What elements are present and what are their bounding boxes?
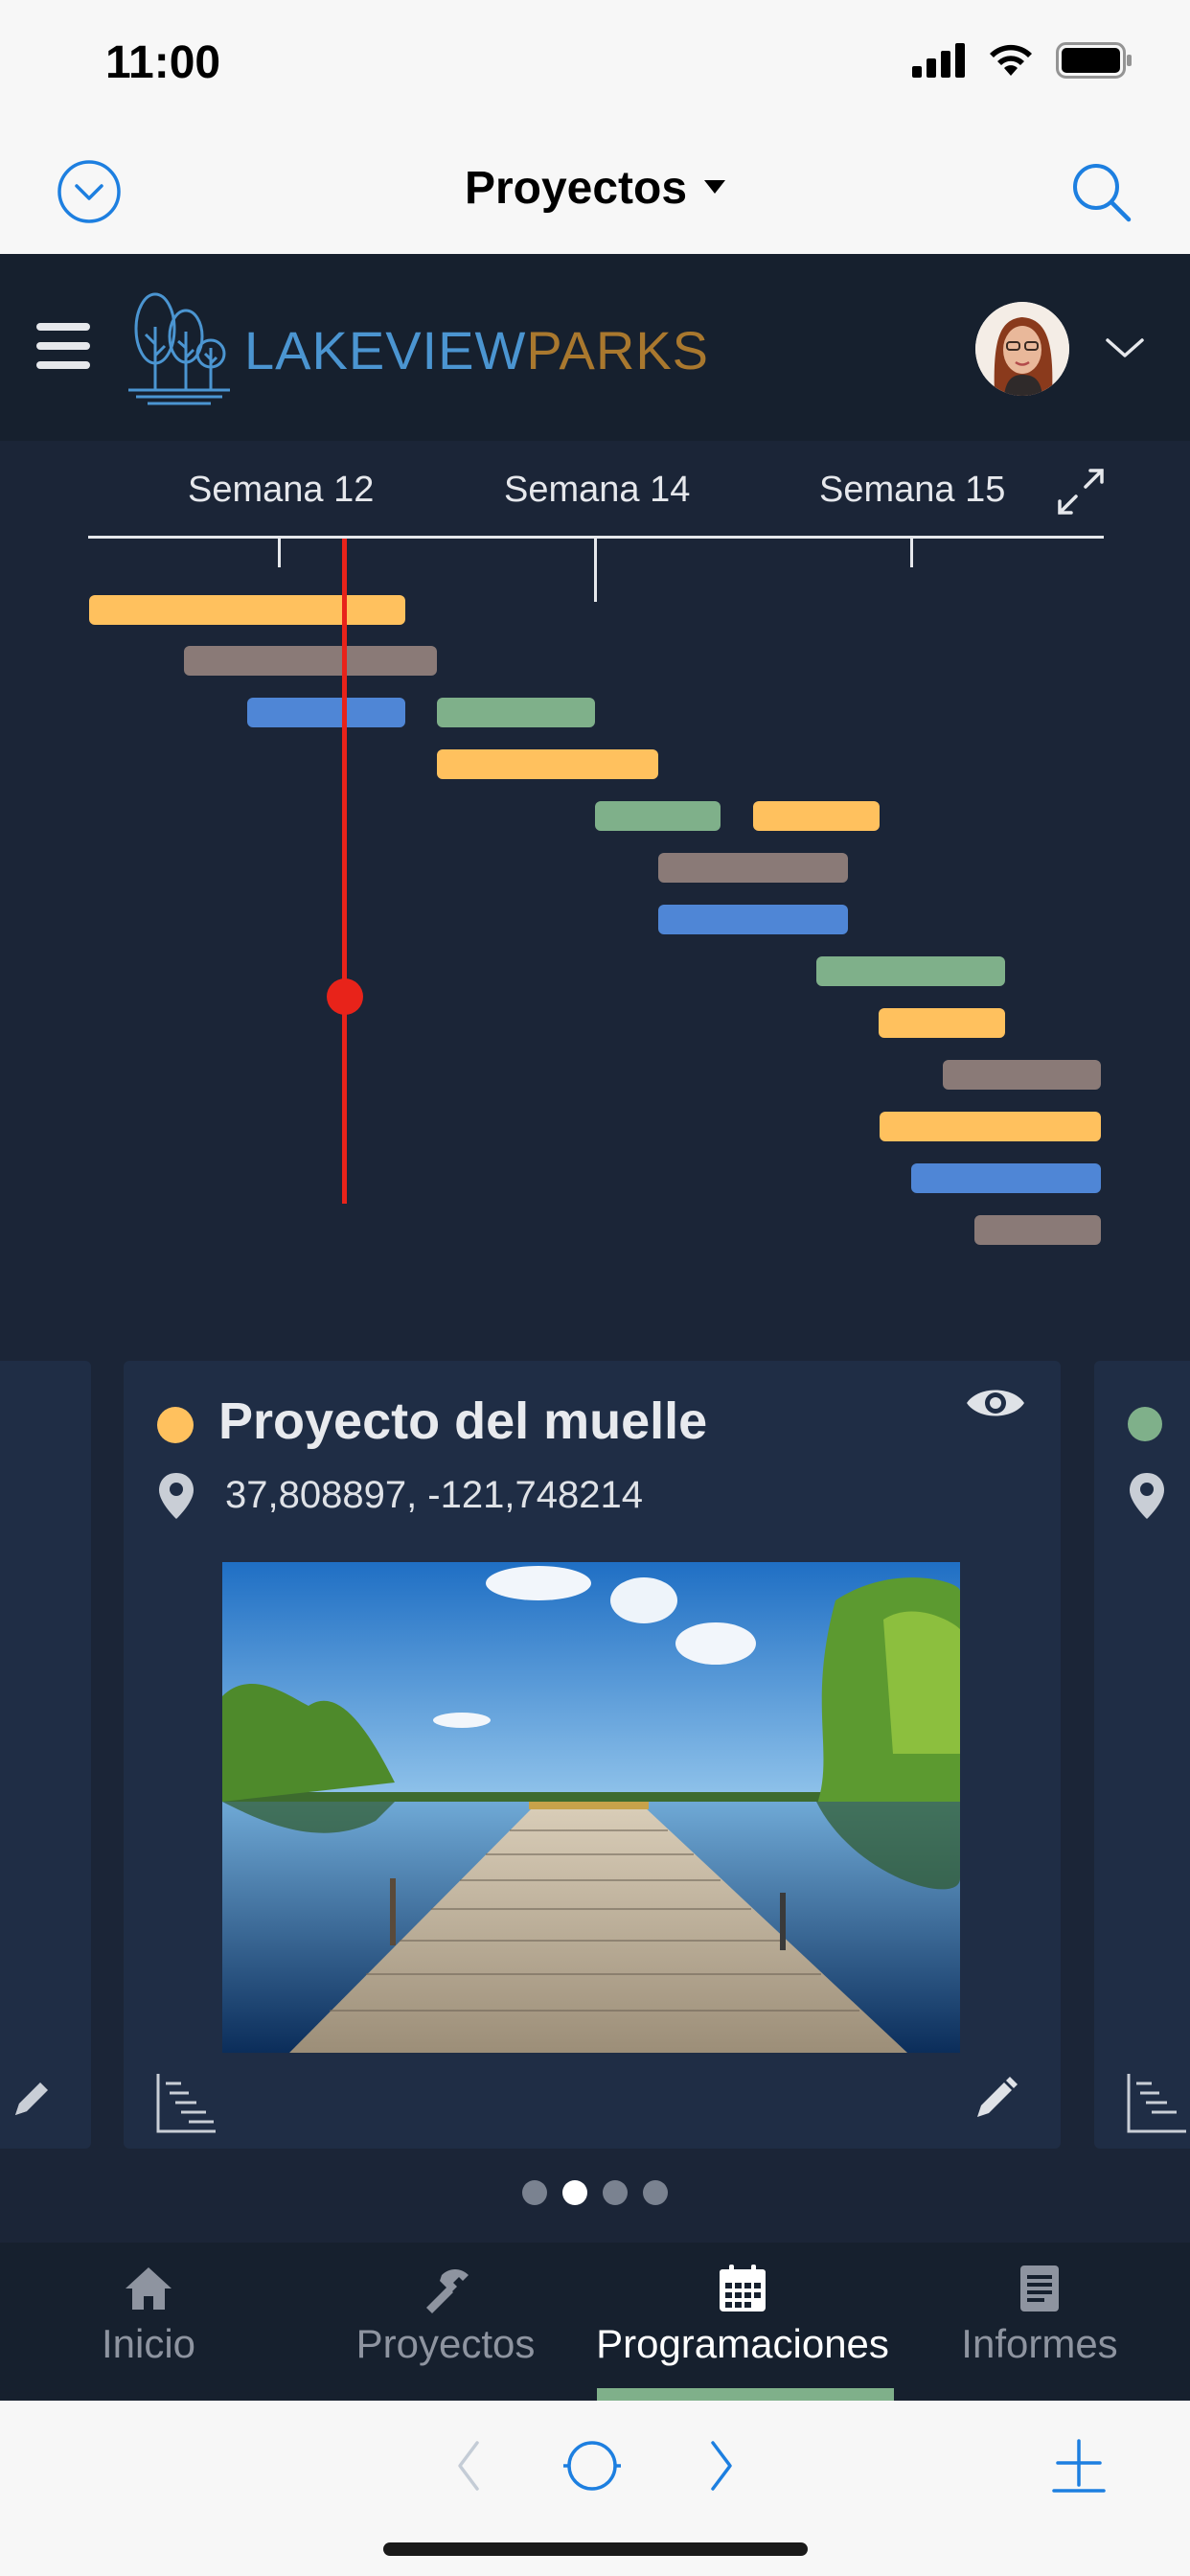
today-marker-handle[interactable] bbox=[327, 978, 363, 1015]
status-dot bbox=[1128, 1407, 1162, 1441]
expand-icon[interactable] bbox=[1054, 465, 1108, 518]
home-icon bbox=[126, 2267, 172, 2310]
gantt-bar[interactable] bbox=[437, 698, 595, 727]
project-card-next[interactable] bbox=[1094, 1361, 1190, 2149]
battery-icon bbox=[1056, 42, 1132, 79]
gantt-chart-icon[interactable] bbox=[152, 2070, 219, 2137]
project-coordinates: 37,808897, -121,748214 bbox=[225, 1474, 643, 1516]
wifi-icon bbox=[990, 44, 1032, 76]
gantt-bar[interactable] bbox=[89, 595, 405, 625]
page-dot[interactable] bbox=[603, 2180, 628, 2205]
avatar-portrait bbox=[975, 302, 1069, 396]
bottom-toolbar bbox=[0, 2401, 1190, 2576]
back-chevron-icon[interactable] bbox=[441, 2437, 498, 2495]
page-indicator[interactable] bbox=[0, 2180, 1190, 2205]
gantt-bar[interactable] bbox=[658, 905, 848, 934]
app-header: LAKEVIEWPARKS bbox=[0, 254, 1190, 441]
lakeview-logo-icon bbox=[128, 292, 230, 405]
gantt-bar[interactable] bbox=[753, 801, 880, 831]
week-label: Semana 14 bbox=[504, 470, 691, 510]
gantt-bar[interactable] bbox=[437, 749, 658, 779]
tab-informes[interactable]: Informes bbox=[891, 2242, 1188, 2401]
today-marker-line bbox=[342, 539, 347, 1204]
tab-programaciones[interactable]: Programaciones bbox=[594, 2242, 891, 2401]
add-icon[interactable] bbox=[1050, 2437, 1108, 2495]
chevron-down-icon[interactable] bbox=[1102, 331, 1148, 365]
gantt-bar[interactable] bbox=[658, 853, 848, 883]
hamburger-menu-icon[interactable] bbox=[36, 323, 90, 369]
week-label: Semana 12 bbox=[188, 470, 375, 510]
status-icons bbox=[912, 42, 1133, 79]
gantt-bar[interactable] bbox=[595, 801, 721, 831]
active-tab-indicator bbox=[597, 2388, 894, 2401]
location-pin-icon bbox=[1130, 1473, 1164, 1519]
nav-title-dropdown[interactable]: Proyectos bbox=[0, 162, 1190, 215]
calendar-icon bbox=[720, 2265, 766, 2312]
nav-bar: Proyectos bbox=[0, 129, 1190, 254]
bottom-tab-bar: Inicio Proyectos Programaciones Informes bbox=[0, 2242, 1190, 2401]
cellular-signal-icon bbox=[912, 43, 965, 78]
project-photo[interactable] bbox=[222, 1562, 960, 2053]
tab-label: Programaciones bbox=[596, 2321, 889, 2366]
status-bar: 11:00 bbox=[0, 0, 1190, 129]
tab-inicio[interactable]: Inicio bbox=[0, 2242, 297, 2401]
axis-tick bbox=[594, 538, 597, 602]
status-dot bbox=[157, 1407, 194, 1443]
home-indicator bbox=[383, 2542, 808, 2556]
hammer-icon bbox=[426, 2269, 469, 2313]
page-dot-active[interactable] bbox=[562, 2180, 587, 2205]
search-icon[interactable] bbox=[1067, 158, 1134, 225]
gantt-chart-icon[interactable] bbox=[1123, 2070, 1190, 2137]
forward-chevron-icon[interactable] bbox=[692, 2437, 749, 2495]
axis-tick bbox=[910, 538, 913, 567]
axis-tick bbox=[278, 538, 281, 567]
status-time: 11:00 bbox=[105, 37, 221, 88]
gantt-bar[interactable] bbox=[816, 956, 1005, 986]
pencil-icon[interactable] bbox=[8, 2075, 56, 2123]
report-icon bbox=[1020, 2266, 1059, 2312]
circle-icon[interactable] bbox=[563, 2437, 621, 2495]
gantt-bar[interactable] bbox=[911, 1163, 1101, 1193]
brand-logo-text: LAKEVIEWPARKS bbox=[244, 320, 710, 380]
gantt-bar[interactable] bbox=[184, 646, 437, 676]
user-avatar[interactable] bbox=[975, 302, 1069, 396]
gantt-chart: Semana 12 Semana 14 Semana 15 bbox=[0, 441, 1190, 1361]
gantt-bar[interactable] bbox=[943, 1060, 1101, 1090]
tab-label: Proyectos bbox=[355, 2321, 536, 2366]
tab-label: Informes bbox=[961, 2321, 1118, 2366]
page-dot[interactable] bbox=[643, 2180, 668, 2205]
gantt-bar[interactable] bbox=[247, 698, 405, 727]
gantt-bar[interactable] bbox=[974, 1215, 1101, 1245]
caret-down-icon bbox=[704, 180, 726, 195]
pencil-icon[interactable] bbox=[972, 2075, 1019, 2123]
location-pin-icon bbox=[159, 1473, 194, 1519]
project-card-previous[interactable] bbox=[0, 1361, 91, 2149]
page-dot[interactable] bbox=[522, 2180, 547, 2205]
eye-icon[interactable] bbox=[965, 1380, 1026, 1426]
project-title: Proyecto del muelle bbox=[218, 1392, 708, 1450]
project-card[interactable]: Proyecto del muelle 37,808897, -121,7482… bbox=[124, 1361, 1061, 2149]
project-carousel[interactable]: Proyecto del muelle 37,808897, -121,7482… bbox=[0, 1361, 1190, 2242]
nav-title: Proyectos bbox=[464, 163, 688, 214]
week-label: Semana 15 bbox=[819, 470, 1006, 510]
gantt-bar[interactable] bbox=[880, 1112, 1101, 1141]
tab-label: Inicio bbox=[101, 2321, 196, 2366]
gantt-bar[interactable] bbox=[879, 1008, 1005, 1038]
tab-proyectos[interactable]: Proyectos bbox=[297, 2242, 594, 2401]
